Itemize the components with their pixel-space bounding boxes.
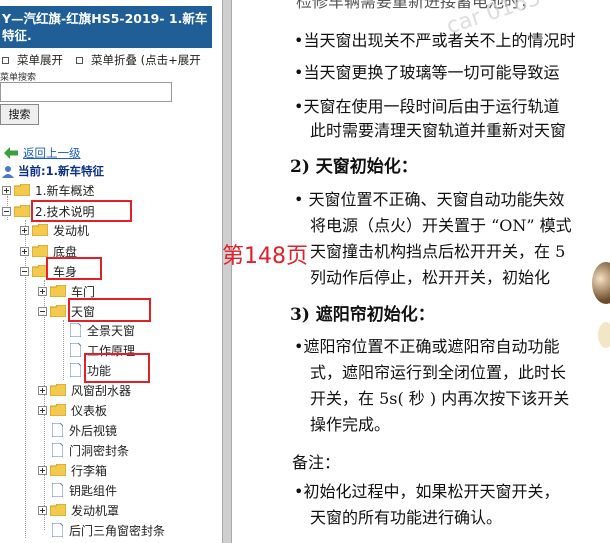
menu-collapse-button[interactable]: 菜单折叠 (点击+展开 xyxy=(76,52,201,68)
current-location-label: 当前:1.新车特征 xyxy=(18,164,104,178)
page-number-label: 第148页 xyxy=(222,244,308,269)
collapse-icon[interactable] xyxy=(38,306,47,316)
tree-item-label: 发动机罩 xyxy=(71,503,120,518)
annotation-box xyxy=(68,298,151,322)
doc-line: 此时需要清理天窗轨道并重新对天窗 xyxy=(310,121,567,140)
tree-item-label: 行李箱 xyxy=(71,463,108,478)
folder-open-icon xyxy=(14,205,30,217)
menu-toolbar: 菜单展开 菜单折叠 (点击+展开 xyxy=(0,52,222,68)
user-icon xyxy=(2,165,14,178)
expand-icon[interactable] xyxy=(38,405,47,415)
menu-expand-label: 菜单展开 xyxy=(17,53,63,67)
expand-icon[interactable] xyxy=(20,246,29,256)
doc-line: 天窗的所有功能进行确认。 xyxy=(310,508,503,527)
tree-item-label: 车门 xyxy=(71,284,96,299)
nav-pane: Y—汽红旗-红旗HS5-2019- 1.新车特征. 菜单展开 菜单折叠 (点击+… xyxy=(0,0,222,543)
menu-expand-button[interactable]: 菜单展开 xyxy=(2,52,63,68)
doc-line: •当天窗更换了玻璃等一切可能导致运 xyxy=(294,63,560,82)
section-heading: 3) 遮阳帘初始化： xyxy=(290,305,435,325)
tree-item-dashboard[interactable]: 仪表板 xyxy=(38,402,107,418)
tree-item-label: 发动机 xyxy=(53,223,90,238)
floating-widget xyxy=(598,322,610,348)
menu-collapse-label: 菜单折叠 (点击+展开 xyxy=(91,53,201,67)
expand-icon[interactable] xyxy=(2,185,11,195)
document-icon xyxy=(70,343,81,357)
tree-guide xyxy=(63,320,64,380)
section-heading: 2) 天窗初始化： xyxy=(290,157,418,177)
square-icon xyxy=(2,56,9,64)
document-pane: 检修车辆需要重新进接蓄电池时； •当天窗出现关不严或者关不上的情况时 •当天窗更… xyxy=(232,0,610,543)
doc-line: •初始化过程中，如果松开天窗开关， xyxy=(294,482,560,501)
tree-item-label: 门洞密封条 xyxy=(69,443,130,458)
tree-item-label: 钥匙组件 xyxy=(69,483,118,498)
tree-item-panorama[interactable]: 全景天窗 xyxy=(70,322,135,338)
doc-line: •遮阳帘位置不正确或遮阳帘自动功能 xyxy=(294,337,560,356)
back-arrow-icon xyxy=(4,147,18,159)
tree-item-rearseal[interactable]: 后门三角窗密封条 xyxy=(52,522,165,538)
tree-item-door[interactable]: 车门 xyxy=(38,283,95,299)
folder-open-icon xyxy=(50,305,66,317)
doc-line: • 天窗位置不正确、天窗自动功能失效 xyxy=(294,190,565,209)
pane-splitter[interactable] xyxy=(222,0,232,543)
doc-line: 备注： xyxy=(292,453,341,472)
document-icon xyxy=(52,523,63,537)
doc-line: 列动作后停止，松开开关，初始化 xyxy=(310,268,551,287)
document-icon xyxy=(52,443,63,457)
tree-item-label: 1.新车概述 xyxy=(35,183,95,198)
folder-icon xyxy=(32,245,48,257)
annotation-box xyxy=(31,200,132,222)
tree-item-label: 全景天窗 xyxy=(87,323,136,338)
folder-icon xyxy=(50,384,66,396)
expand-icon[interactable] xyxy=(38,385,47,395)
tree-item-doorseal[interactable]: 门洞密封条 xyxy=(52,442,129,458)
tree-item-label: 后门三角窗密封条 xyxy=(69,523,166,538)
expand-icon[interactable] xyxy=(38,286,47,296)
tree-item-label: 仪表板 xyxy=(71,403,108,418)
back-link-label: 返回上一级 xyxy=(23,146,81,160)
screen: Y—汽红旗-红旗HS5-2019- 1.新车特征. 菜单展开 菜单折叠 (点击+… xyxy=(0,0,610,543)
folder-icon xyxy=(32,224,48,236)
collapse-icon[interactable] xyxy=(20,266,29,276)
expand-icon[interactable] xyxy=(20,225,29,235)
current-location: 当前:1.新车特征 xyxy=(2,163,104,179)
tree-item-key[interactable]: 钥匙组件 xyxy=(52,482,117,498)
document-icon xyxy=(52,483,63,497)
document-icon xyxy=(70,363,81,377)
tree-item-trunk[interactable]: 行李箱 xyxy=(38,462,107,478)
folder-icon xyxy=(50,404,66,416)
doc-line: •天窗在使用一段时间后由于运行轨道 xyxy=(294,97,560,116)
annotation-box xyxy=(84,353,150,383)
expand-icon[interactable] xyxy=(38,465,47,475)
folder-icon xyxy=(50,464,66,476)
tree-item-engine[interactable]: 发动机 xyxy=(20,222,89,238)
doc-line: 操作完成。 xyxy=(310,415,391,434)
expand-icon[interactable] xyxy=(38,505,47,515)
folder-icon xyxy=(50,285,66,297)
tree-item-mirror[interactable]: 外后视镜 xyxy=(52,422,117,438)
tree-item-washer[interactable]: 风窗刮水器 xyxy=(38,382,131,398)
doc-line: 开关，在 5s( 秒 ) 内再次按下该开关 xyxy=(310,389,570,408)
folder-icon xyxy=(14,184,30,196)
page-title: Y—汽红旗-红旗HS5-2019- 1.新车特征. xyxy=(0,6,212,48)
folder-icon xyxy=(50,504,66,516)
doc-line: 天窗撞击机构挡点后松开开关，在 5 xyxy=(310,242,566,261)
search-button[interactable]: 搜索 xyxy=(0,104,39,125)
tree-item-label: 外后视镜 xyxy=(69,423,118,438)
doc-line: 式，遮阳帘运行到全闭位置，此时长 xyxy=(310,363,567,382)
search-input[interactable] xyxy=(0,82,172,102)
document-icon xyxy=(52,423,63,437)
document-icon xyxy=(70,323,81,337)
tree-item-enginebay[interactable]: 发动机罩 xyxy=(38,502,119,518)
back-link[interactable]: 返回上一级 xyxy=(4,145,81,161)
square-icon xyxy=(76,56,83,64)
annotation-box xyxy=(46,257,102,280)
doc-line: 将电源（点火）开关置于 “ON” 模式 xyxy=(310,216,572,235)
collapse-icon[interactable] xyxy=(2,206,11,216)
tree-item-label: 风窗刮水器 xyxy=(71,383,132,398)
tree-item-overview[interactable]: 1.新车概述 xyxy=(2,182,94,198)
doc-line: •当天窗出现关不严或者关不上的情况时 xyxy=(294,31,576,50)
